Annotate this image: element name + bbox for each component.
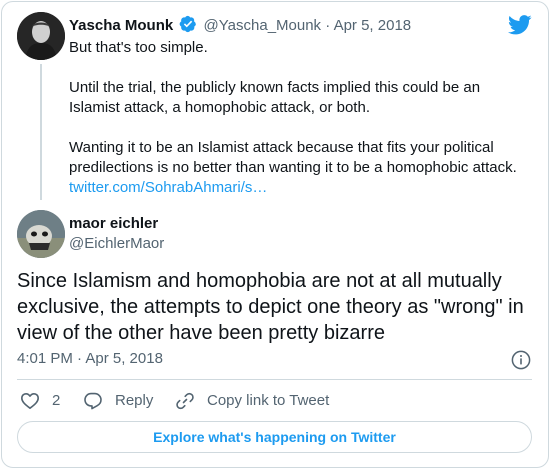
twitter-bird-icon[interactable] [508,15,532,35]
divider [17,379,532,380]
copy-link-label: Copy link to Tweet [207,392,330,409]
quoted-author-handle[interactable]: @Yascha_Mounk [204,17,322,34]
reply-button[interactable]: Reply [83,390,153,412]
copy-link-button[interactable]: Copy link to Tweet [175,390,329,412]
quoted-tweet-link[interactable]: twitter.com/SohrabAhmari/s… [69,179,267,196]
reply-label: Reply [115,392,154,409]
main-author-avatar[interactable] [17,210,65,258]
heart-icon [21,393,39,409]
verified-badge-icon [180,15,197,33]
main-tweet-text: Since Islamism and homophobia are not at… [17,270,524,344]
main-author-handle[interactable]: @EichlerMaor [69,234,164,254]
main-tweet-timestamp[interactable]: 4:01 PM · Apr 5, 2018 [17,349,163,369]
info-icon[interactable] [511,350,531,370]
separator-dot: · [325,17,331,34]
quoted-paragraph: But that's too simple. [69,39,208,56]
quoted-author-avatar[interactable] [17,12,65,60]
quoted-author-name[interactable]: Yascha Mounk [69,17,173,34]
like-button[interactable]: 2 [20,390,60,412]
main-author-name[interactable]: maor eichler [69,214,158,234]
link-icon [176,392,194,410]
explore-twitter-button[interactable]: Explore what's happening on Twitter [17,421,532,453]
quoted-paragraph: Wanting it to be an Islamist attack beca… [69,139,517,176]
quoted-paragraph: Until the trial, the publicly known fact… [69,79,481,116]
reply-bubble-icon [84,392,102,410]
thread-connector-line [40,64,42,200]
quoted-tweet-date[interactable]: Apr 5, 2018 [334,17,412,34]
quoted-tweet-body: But that's too simple. Until the trial, … [69,38,529,198]
quoted-tweet-header: Yascha Mounk @Yascha_Mounk · Apr 5, 2018 [69,15,411,36]
like-count: 2 [52,392,61,409]
